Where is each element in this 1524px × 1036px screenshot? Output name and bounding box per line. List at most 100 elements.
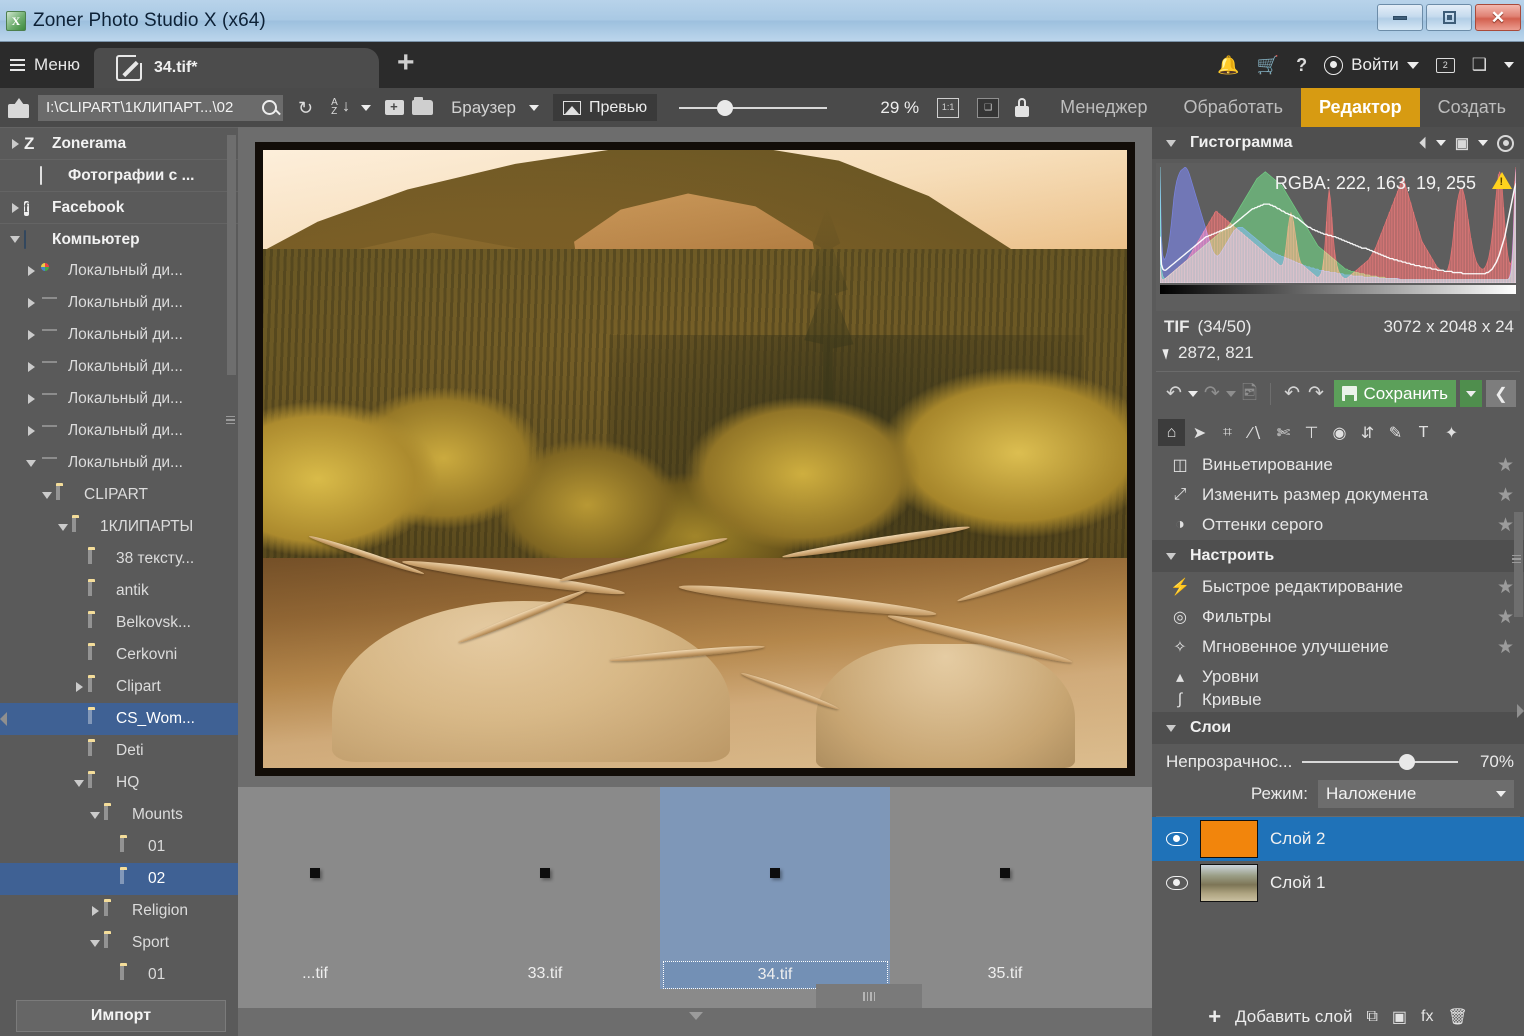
tree-item-cerkovni[interactable]: Cerkovni	[0, 639, 238, 671]
tree-item-38[interactable]: 38 тексту...	[0, 543, 238, 575]
layer-thumbnail[interactable]	[1200, 864, 1258, 902]
document-tab[interactable]: 34.tif*	[93, 48, 379, 88]
effect-item-изменить-размер-документа[interactable]: ⤢ Изменить размер документа ★	[1152, 480, 1524, 510]
twisty[interactable]	[38, 491, 56, 499]
histogram-panel-header[interactable]: Гистограмма ⏴ ▣	[1152, 127, 1524, 159]
tree-item-[interactable]: Фотографии с ...	[0, 159, 238, 191]
fullscreen-icon[interactable]: ❑	[1472, 55, 1487, 75]
minimize-button[interactable]	[1377, 4, 1423, 31]
maximize-button[interactable]	[1426, 4, 1472, 31]
layer-row[interactable]: Слой 2	[1152, 817, 1524, 861]
favorite-star-icon[interactable]: ★	[1497, 606, 1514, 629]
save-options-chevron[interactable]	[1460, 380, 1482, 407]
mode-develop[interactable]: Обработать	[1165, 88, 1301, 127]
zoom-slider[interactable]	[679, 98, 828, 118]
import-button[interactable]: Импорт	[16, 1000, 226, 1032]
adjust-item-быстрое-редактирование[interactable]: ⚡ Быстрое редактирование ★	[1152, 572, 1524, 602]
tree-item-1[interactable]: 1КЛИПАРТЫ	[0, 511, 238, 543]
zoom-1to1-button[interactable]: 1:1	[937, 97, 960, 118]
preview-toggle[interactable]: Превью	[552, 94, 658, 121]
tree-item-deti[interactable]: Deti	[0, 735, 238, 767]
text-box-tool-icon[interactable]: ⊤	[1298, 419, 1325, 446]
close-button[interactable]: ✕	[1475, 4, 1521, 31]
favorite-star-icon[interactable]: ★	[1497, 576, 1514, 599]
help-icon[interactable]: ?	[1296, 56, 1307, 74]
tree-item-zonerama[interactable]: Z Zonerama	[0, 127, 238, 159]
twisty[interactable]	[22, 298, 40, 308]
lock-icon[interactable]	[1015, 98, 1030, 117]
image-canvas-wrap[interactable]	[255, 142, 1135, 776]
tree-item-sport[interactable]: Sport	[0, 927, 238, 959]
save-button[interactable]: Сохранить	[1333, 380, 1456, 407]
tree-item-clipart[interactable]: Clipart	[0, 671, 238, 703]
add-layer-label[interactable]: Добавить слой	[1235, 1007, 1352, 1027]
sidebar-resize-grip[interactable]	[225, 407, 236, 433]
duplicate-layer-icon[interactable]: ⧉	[1366, 1008, 1377, 1026]
twisty[interactable]	[86, 811, 104, 819]
twisty[interactable]	[70, 779, 88, 787]
layer-row[interactable]: Слой 1	[1152, 861, 1524, 905]
fx-label[interactable]: fx	[1421, 1008, 1433, 1026]
signin-button[interactable]: Войти	[1324, 55, 1419, 75]
layer-visibility-icon[interactable]	[1166, 876, 1188, 890]
adjust-item-мгновенное-улучшение[interactable]: ✧ Мгновенное улучшение ★	[1152, 632, 1524, 662]
adjust-item-уровни[interactable]: ▴ Уровни	[1152, 662, 1524, 692]
mode-create[interactable]: Создать	[1420, 88, 1524, 127]
tree-item-[interactable]: Локальный ди...	[0, 447, 238, 479]
filmstrip-item[interactable]: 3	[1120, 787, 1152, 987]
rotate-right-icon[interactable]: ↷	[1306, 384, 1326, 403]
tree-item-01[interactable]: 01	[0, 831, 238, 863]
sidebar-scrollbar[interactable]	[227, 135, 236, 375]
favorite-star-icon[interactable]: ★	[1497, 484, 1514, 507]
favorite-star-icon[interactable]: ★	[1497, 636, 1514, 659]
rotate-left-icon[interactable]: ↶	[1282, 384, 1302, 403]
retouch-eye-tool-icon[interactable]: ◉	[1326, 419, 1353, 446]
twisty[interactable]	[86, 939, 104, 947]
lasso-tool-icon[interactable]: ✄	[1270, 419, 1297, 446]
share-icon[interactable]: ❮	[1486, 380, 1516, 407]
straighten-tool-icon[interactable]: ∕∖	[1242, 419, 1269, 446]
new-folder-icon[interactable]	[385, 98, 405, 115]
layers-panel-header[interactable]: Слои	[1152, 712, 1524, 744]
twisty[interactable]	[6, 236, 24, 243]
layer-mask-icon[interactable]: ▣	[1392, 1007, 1407, 1027]
tree-item-[interactable]: Локальный ди...	[0, 287, 238, 319]
open-folder-icon[interactable]	[412, 97, 434, 115]
right-panel-grip[interactable]	[1511, 547, 1522, 571]
filmstrip-scroll-thumb[interactable]	[816, 984, 922, 1008]
twisty[interactable]	[22, 266, 40, 276]
filmstrip-item[interactable]: 34.tif	[660, 787, 890, 989]
zoom-slider-handle[interactable]	[717, 99, 734, 116]
channel-mode-icon[interactable]: ▣	[1455, 136, 1469, 151]
right-panel-collapse-handle[interactable]	[1516, 699, 1524, 725]
compare-image-icon[interactable]: 🖻	[1240, 384, 1259, 403]
redo-icon[interactable]: ↷	[1202, 384, 1222, 403]
effects-tool-icon[interactable]: ✦	[1438, 419, 1465, 446]
cart-icon[interactable]: 🛒	[1257, 56, 1279, 74]
select-tool-icon[interactable]: ➤	[1186, 419, 1213, 446]
sort-chevron-icon[interactable]	[361, 104, 372, 111]
brush-tool-icon[interactable]: ✎	[1382, 419, 1409, 446]
filmstrip-scrollbar[interactable]	[238, 984, 1152, 1008]
mode-editor[interactable]: Редактор	[1301, 88, 1420, 127]
twisty[interactable]	[22, 459, 40, 467]
tree-item-mounts[interactable]: Mounts	[0, 799, 238, 831]
favorite-star-icon[interactable]: ★	[1497, 514, 1514, 537]
tree-item-clipart[interactable]: CLIPART	[0, 479, 238, 511]
parent-folder-button[interactable]	[8, 97, 30, 118]
twisty[interactable]	[22, 362, 40, 372]
clipping-chevron-icon[interactable]	[1435, 140, 1446, 146]
trash-icon[interactable]: 🗑	[1447, 1007, 1467, 1027]
tree-item-[interactable]: Локальный ди...	[0, 415, 238, 447]
redo-chevron-icon[interactable]	[1225, 390, 1236, 397]
channel-chevron-icon[interactable]	[1478, 140, 1488, 146]
tree-item-antik[interactable]: antik	[0, 575, 238, 607]
twisty[interactable]	[22, 426, 40, 436]
gear-icon[interactable]	[1497, 134, 1514, 152]
browser-dropdown[interactable]: Браузер	[451, 98, 539, 118]
mode-manager[interactable]: Менеджер	[1042, 88, 1165, 127]
tree-item-facebook[interactable]: f Facebook	[0, 191, 238, 223]
fullscreen-chevron-icon[interactable]	[1504, 62, 1514, 68]
clone-tool-icon[interactable]: ⇵	[1354, 419, 1381, 446]
tree-item-hq[interactable]: HQ	[0, 767, 238, 799]
